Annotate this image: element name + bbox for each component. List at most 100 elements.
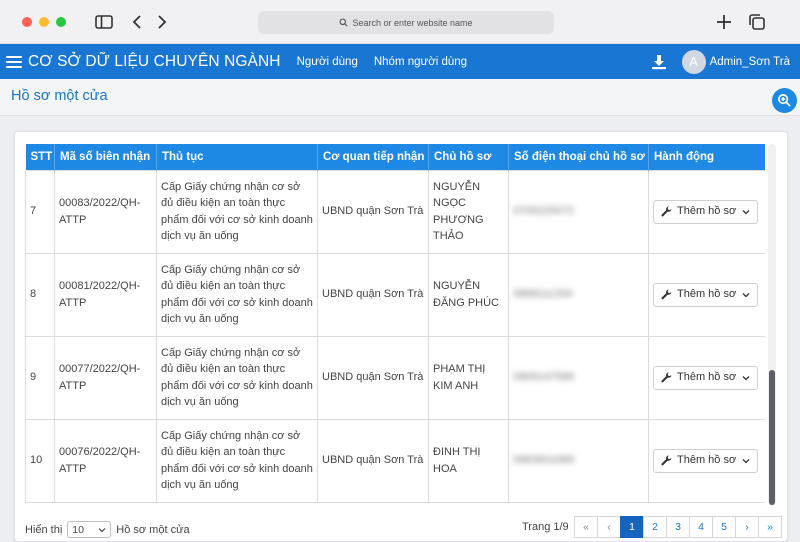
records-table: STT Mã số biên nhận Thủ tục Cơ quan tiếp… [25, 144, 765, 503]
address-bar[interactable]: Search or enter website name [258, 11, 554, 34]
add-record-button[interactable]: Thêm hồ sơ [653, 365, 759, 390]
chevron-down-icon [742, 375, 750, 380]
cell-phone: 0983601689 [508, 418, 649, 503]
pager-next[interactable]: › [735, 516, 759, 538]
maximize-window-button[interactable] [56, 17, 66, 27]
pager-first[interactable]: « [574, 516, 598, 538]
page-size-select[interactable]: 10 [67, 521, 112, 538]
cell-actions: Thêm hồ sơ [648, 169, 765, 254]
add-record-button[interactable]: Thêm hồ sơ [653, 282, 759, 307]
phone-value-blurred: 0868111334 [513, 288, 573, 301]
cell-agency: UBND quận Sơn Trà [317, 418, 429, 503]
browser-toolbar: Search or enter website name [0, 0, 800, 44]
minimize-window-button[interactable] [39, 17, 49, 27]
cell-owner: NGUYỄN ĐĂNG PHÚC [428, 252, 509, 337]
cell-receipt: 00076/2022/QH-ATTP [54, 418, 157, 503]
table-viewport[interactable]: STT Mã số biên nhận Thủ tục Cơ quan tiếp… [25, 144, 765, 506]
page-header: Hồ sơ một cửa [0, 79, 800, 116]
pager-page-3[interactable]: 3 [666, 516, 690, 538]
pager-page-5[interactable]: 5 [712, 516, 736, 538]
pager-page-2[interactable]: 2 [643, 516, 667, 538]
cell-procedure: Cấp Giấy chứng nhận cơ sở đủ điều kiện a… [156, 252, 318, 337]
chevron-down-icon [742, 209, 750, 214]
menu-icon[interactable] [6, 55, 22, 68]
cell-stt: 9 [25, 335, 55, 420]
table-row: 7 00083/2022/QH-ATTP Cấp Giấy chứng nhận… [25, 169, 765, 254]
add-record-label: Thêm hồ sơ [677, 288, 737, 301]
user-name[interactable]: Admin_Sơn Trà [710, 56, 790, 68]
avatar[interactable]: A [681, 49, 706, 74]
cell-receipt: 00083/2022/QH-ATTP [54, 169, 157, 254]
pager-last[interactable]: » [758, 516, 782, 538]
column-header-phone[interactable]: Số điện thoại chủ hồ sơ [508, 144, 649, 170]
tab-overview-icon[interactable] [747, 12, 767, 32]
add-record-button[interactable]: Thêm hồ sơ [653, 199, 759, 224]
forward-icon[interactable] [152, 12, 172, 32]
cell-stt: 7 [25, 169, 55, 254]
column-header-stt[interactable]: STT [25, 144, 55, 170]
page-size-value: 10 [72, 523, 84, 536]
column-header-owner[interactable]: Chủ hồ sơ [428, 144, 509, 170]
table-row: 9 00077/2022/QH-ATTP Cấp Giấy chứng nhận… [25, 335, 765, 420]
phone-value-blurred: 0983601689 [513, 454, 575, 467]
sidebar-toggle-icon[interactable] [94, 12, 114, 32]
cell-owner: NGUYỄN NGỌC PHƯƠNG THẢO [428, 169, 509, 254]
cell-phone: 0705225072 [508, 169, 649, 254]
cell-stt: 10 [25, 418, 55, 503]
wrench-icon [661, 206, 672, 217]
wrench-icon [661, 372, 672, 383]
column-header-receipt[interactable]: Mã số biên nhận [54, 144, 157, 170]
pager-page-4[interactable]: 4 [689, 516, 713, 538]
zoom-search-button[interactable] [772, 88, 797, 113]
cell-procedure: Cấp Giấy chứng nhận cơ sở đủ điều kiện a… [156, 169, 318, 254]
cell-procedure: Cấp Giấy chứng nhận cơ sở đủ điều kiện a… [156, 335, 318, 420]
phone-value-blurred: 0906147589 [513, 371, 575, 384]
wrench-icon [661, 289, 672, 300]
add-record-button[interactable]: Thêm hồ sơ [653, 448, 759, 473]
pager-page-1[interactable]: 1 [620, 516, 644, 538]
cell-actions: Thêm hồ sơ [648, 252, 765, 337]
table-row: 8 00081/2022/QH-ATTP Cấp Giấy chứng nhận… [25, 252, 765, 337]
new-tab-icon[interactable] [714, 12, 734, 32]
cell-agency: UBND quận Sơn Trà [317, 252, 429, 337]
add-record-label: Thêm hồ sơ [677, 205, 737, 218]
table-row: 10 00076/2022/QH-ATTP Cấp Giấy chứng nhậ… [25, 418, 765, 503]
cell-phone: 0906147589 [508, 335, 649, 420]
records-card: STT Mã số biên nhận Thủ tục Cơ quan tiếp… [14, 131, 788, 542]
pagination: « ‹ 1 2 3 4 5 › » [574, 516, 782, 538]
cell-procedure: Cấp Giấy chứng nhận cơ sở đủ điều kiện a… [156, 418, 318, 503]
search-icon [339, 18, 348, 27]
nav-users[interactable]: Người dùng [297, 56, 358, 68]
chevron-down-icon [742, 458, 750, 463]
cell-owner: PHẠM THỊ KIM ANH [428, 335, 509, 420]
page-title: Hồ sơ một cửa [11, 88, 108, 104]
add-record-label: Thêm hồ sơ [677, 371, 737, 384]
app-title[interactable]: CƠ SỞ DỮ LIỆU CHUYÊN NGÀNH [28, 53, 281, 71]
cell-agency: UBND quận Sơn Trà [317, 169, 429, 254]
column-header-procedure[interactable]: Thủ tục [156, 144, 318, 170]
cell-stt: 8 [25, 252, 55, 337]
address-placeholder: Search or enter website name [352, 17, 473, 28]
cell-owner: ĐINH THỊ HOA [428, 418, 509, 503]
close-window-button[interactable] [22, 17, 32, 27]
download-icon[interactable] [650, 53, 668, 71]
cell-agency: UBND quận Sơn Trà [317, 335, 429, 420]
cell-receipt: 00077/2022/QH-ATTP [54, 335, 157, 420]
table-footer: Hiển thị 10 Hồ sơ một cửa Trang 1/9 « ‹ … [25, 516, 782, 540]
show-label: Hiển thị [25, 523, 63, 536]
table-scrollbar-thumb[interactable] [769, 370, 775, 505]
chevron-down-icon [742, 292, 750, 297]
add-record-label: Thêm hồ sơ [677, 454, 737, 467]
zoom-in-icon [778, 94, 791, 107]
cell-actions: Thêm hồ sơ [648, 335, 765, 420]
back-icon[interactable] [127, 12, 147, 32]
pager-prev[interactable]: ‹ [597, 516, 621, 538]
cell-actions: Thêm hồ sơ [648, 418, 765, 503]
nav-user-groups[interactable]: Nhóm người dùng [374, 56, 467, 68]
wrench-icon [661, 455, 672, 466]
cell-phone: 0868111334 [508, 252, 649, 337]
page-indicator: Trang 1/9 [522, 521, 569, 533]
column-header-agency[interactable]: Cơ quan tiếp nhận [317, 144, 429, 170]
chevron-down-icon [98, 527, 106, 532]
column-header-actions[interactable]: Hành động [648, 144, 765, 170]
